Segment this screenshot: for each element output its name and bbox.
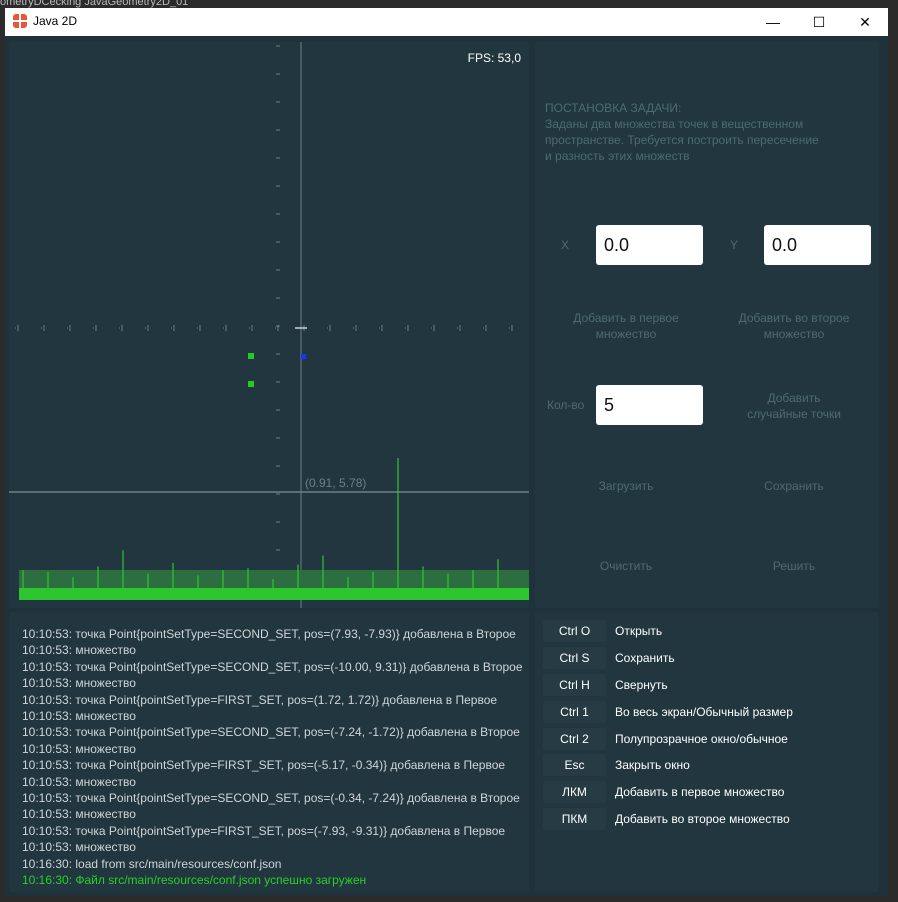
add-first-label: множество [595,327,657,341]
shortcut-desc: Добавить во второе множество [615,812,790,826]
shortcut-desc: Открыть [615,624,663,638]
app-icon [13,14,27,28]
background-right [888,8,898,902]
shortcuts-panel: Ctrl O Открыть Ctrl S Сохранить Ctrl H С… [535,612,879,892]
add-second-set-button[interactable]: Добавить во второе множество [723,310,865,342]
cursor-coordinate-label: (0.91, 5.78) [305,476,366,490]
window-title: Java 2D [33,14,78,28]
count-input[interactable]: 5 [596,385,703,425]
shortcut-key: Esc [543,754,606,776]
shortcut-desc: Сохранить [615,651,675,665]
task-heading: ПОСТАНОВКА ЗАДАЧИ: [545,101,682,115]
solve-button[interactable]: Решить [723,558,865,574]
task-description: ПОСТАНОВКА ЗАДАЧИ: Заданы два множества … [545,100,819,164]
minimize-button[interactable]: — [750,8,796,36]
add-random-label: Добавить [767,391,821,405]
log-panel[interactable]: 10:10:53: точка Point{pointSetType=SECON… [9,612,529,892]
close-button[interactable]: ✕ [842,8,888,36]
save-button[interactable]: Сохранить [723,478,865,494]
x-label: X [561,238,570,252]
shortcut-key: ЛКМ [543,781,606,803]
add-second-label: Добавить во второе [738,311,850,325]
shortcut-desc: Закрыть окно [615,758,690,772]
task-line: и разность этих множеств [545,149,690,163]
fps-counter: FPS: 53,0 [467,51,521,65]
log-line: 10:10:53: точка Point{pointSetType=FIRST… [22,758,506,773]
shortcut-desc: Во весь экран/Обычный размер [615,705,793,719]
log-line: 10:10:53: множество [22,774,136,789]
shortcut-key: Ctrl H [543,674,606,696]
canvas-panel[interactable]: (0.91, 5.78) FPS: 53,0 [9,42,529,608]
app-window: Java 2D — ☐ ✕ (0.91, 5.78) FPS: 53,0 ПОС… [5,8,888,896]
log-line-success: 10:16:30: Файл src/main/resources/conf.j… [22,873,367,888]
log-line: 10:10:53: множество [22,643,136,658]
count-label: Кол-во [547,398,585,412]
log-line: 10:10:53: точка Point{pointSetType=SECON… [22,725,520,740]
add-random-label: случайные точки [747,407,841,421]
log-line: 10:10:53: точка Point{pointSetType=SECON… [22,791,520,806]
first-set-point [248,353,254,359]
add-random-points-button[interactable]: Добавить случайные точки [723,390,865,422]
log-line: 10:10:53: точка Point{pointSetType=FIRST… [22,692,498,707]
maximize-button[interactable]: ☐ [796,8,842,36]
log-line: 10:16:30: load from src/main/resources/c… [22,856,282,871]
task-line: Заданы два множества точек в вещественно… [545,117,804,131]
log-line: 10:10:53: множество [22,807,136,822]
add-first-set-button[interactable]: Добавить в первое множество [555,310,697,342]
first-set-point [248,381,254,387]
title-bar[interactable]: Java 2D — ☐ ✕ [5,8,888,36]
shortcut-desc: Свернуть [615,678,668,692]
add-second-label: множество [763,327,825,341]
y-label: Y [730,238,739,252]
log-line: 10:10:53: точка Point{pointSetType=FIRST… [22,823,506,838]
shortcut-key: Ctrl S [543,647,606,669]
load-button[interactable]: Загрузить [555,478,697,494]
log-line: 10:10:53: множество [22,676,136,691]
shortcut-desc: Добавить в первое множество [615,785,785,799]
background-editor-text: ometryDCecking JavaGeometry2D_01 [0,0,189,8]
clear-button[interactable]: Очистить [555,558,697,574]
shortcut-key: Ctrl 1 [543,701,606,723]
shortcut-key: ПКМ [543,808,606,830]
log-list: 10:10:53: точка Point{pointSetType=SECON… [22,626,523,889]
task-line: пространстве. Требуется построить пересе… [545,133,819,147]
log-line: 10:10:53: множество [22,840,136,855]
shortcut-key: Ctrl 2 [543,728,606,750]
log-line: 10:10:53: множество [22,709,136,724]
shortcut-desc: Полупрозрачное окно/обычное [615,732,788,746]
y-input[interactable]: 0.0 [764,225,871,265]
shortcut-key: Ctrl O [543,620,606,642]
background-editor: ometryDCecking JavaGeometry2D_01 [0,0,898,8]
plot-canvas[interactable]: (0.91, 5.78) [9,42,529,608]
control-panel: ПОСТАНОВКА ЗАДАЧИ: Заданы два множества … [535,42,879,608]
log-line: 10:10:53: множество [22,741,136,756]
add-first-label: Добавить в первое [573,311,679,325]
log-line: 10:10:53: точка Point{pointSetType=SECON… [22,659,523,674]
second-set-point [301,354,306,359]
fps-graph-fill [19,588,529,600]
log-line: 10:10:53: точка Point{pointSetType=SECON… [22,627,516,641]
x-input[interactable]: 0.0 [596,225,703,265]
